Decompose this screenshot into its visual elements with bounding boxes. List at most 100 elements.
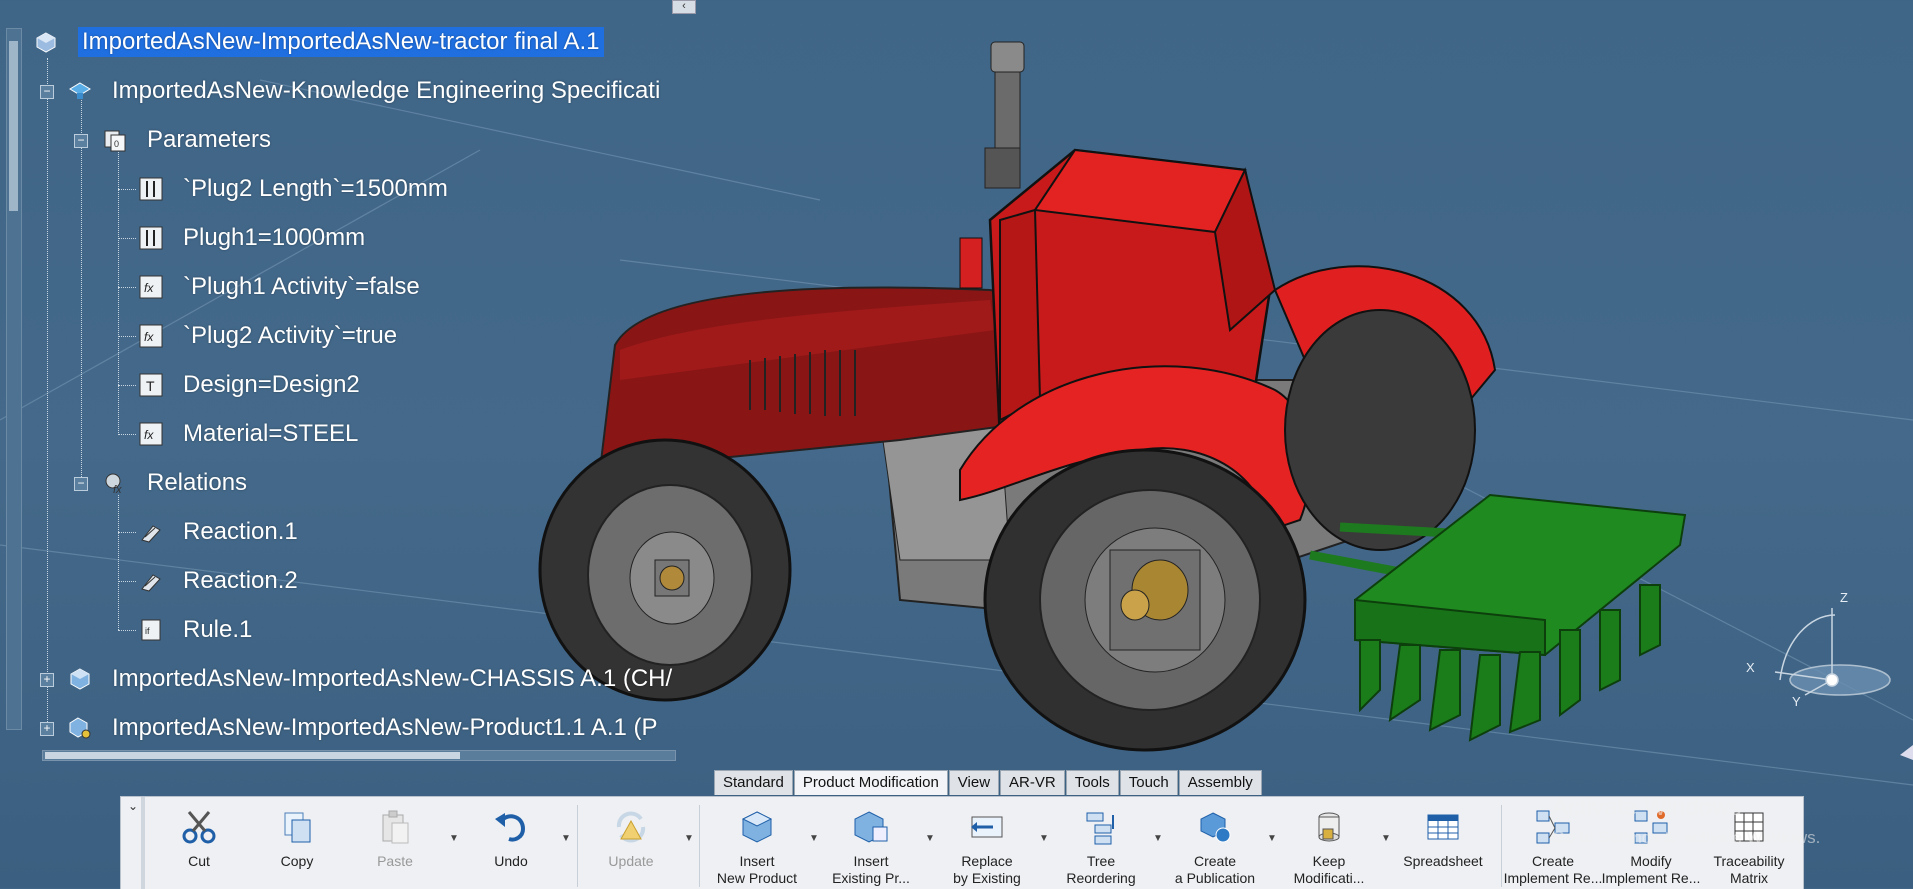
tree-node-label[interactable]: Plugh1=1000mm [183, 224, 365, 252]
copy-button[interactable]: Copy [247, 807, 347, 889]
tree-connector [118, 150, 119, 435]
tree-node-chassis[interactable]: ImportedAsNew-ImportedAsNew-CHASSIS A.1 … [66, 661, 672, 697]
publication-label-2: a Publication [1174, 870, 1256, 886]
paste-label: Paste [377, 853, 413, 869]
tree-vertical-scrollbar[interactable] [6, 28, 22, 730]
create-publication-button[interactable]: Create a Publication [1165, 807, 1265, 889]
insert-existing-product-button[interactable]: Insert Existing Pr... [821, 807, 921, 889]
tree-node-label[interactable]: Rule.1 [183, 616, 252, 644]
replace-icon [967, 807, 1007, 847]
length-parameter-icon [137, 224, 165, 252]
tree-node-label[interactable]: `Plugh1 Activity`=false [183, 273, 420, 301]
expand-toggle[interactable]: + [40, 673, 54, 687]
tree-node-label[interactable]: ImportedAsNew-ImportedAsNew-Product1.1 A… [112, 714, 658, 742]
replace-label-2: by Existing [953, 870, 1021, 886]
keep-dropdown-icon[interactable]: ▼ [1381, 833, 1391, 844]
tree-node-relations[interactable]: fx Relations [101, 465, 247, 501]
tree-node-label[interactable]: Reaction.2 [183, 567, 298, 595]
tree-node-label[interactable]: Design=Design2 [183, 371, 360, 399]
tree-reordering-button[interactable]: Tree Reordering [1051, 807, 1151, 889]
string-parameter-icon: T [137, 371, 165, 399]
insert-new-product-button[interactable]: Insert New Product [707, 807, 807, 889]
update-dropdown-icon[interactable]: ▼ [684, 833, 694, 844]
tree-dropdown-icon[interactable]: ▼ [1153, 833, 1163, 844]
tab-product-modification[interactable]: Product Modification [793, 770, 948, 795]
tree-node-label[interactable]: Reaction.1 [183, 518, 298, 546]
update-icon [611, 807, 651, 847]
tree-node-label[interactable]: `Plug2 Length`=1500mm [183, 175, 448, 203]
spreadsheet-button[interactable]: Spreadsheet [1393, 807, 1493, 889]
tree-node-parameter[interactable]: fx `Plug2 Activity`=true [137, 318, 397, 354]
parameters-icon: 0 [101, 126, 129, 154]
tree-root[interactable]: ImportedAsNew-ImportedAsNew-tractor fina… [32, 24, 604, 60]
tree-node-label[interactable]: `Plug2 Activity`=true [183, 322, 397, 350]
expand-toggle[interactable]: + [40, 722, 54, 736]
tree-node-product[interactable]: ImportedAsNew-ImportedAsNew-Product1.1 A… [66, 710, 658, 746]
ribbon-edge [141, 797, 145, 889]
tree-horizontal-scrollbar[interactable] [42, 750, 676, 761]
undo-dropdown-icon[interactable]: ▼ [561, 833, 571, 844]
exhaust-pipe [984, 41, 1025, 189]
update-button[interactable]: Update [581, 807, 681, 889]
separator [699, 805, 700, 887]
tree-node-parameter[interactable]: Plugh1=1000mm [137, 220, 365, 256]
undo-button[interactable]: Undo [461, 807, 561, 889]
tree-node-reaction[interactable]: Reaction.2 [137, 563, 298, 599]
tab-tools[interactable]: Tools [1065, 770, 1119, 795]
specification-tree[interactable]: ‹ − − − + + ImportedAsNew-ImportedAsNew-… [0, 0, 700, 761]
svg-text:fx: fx [113, 484, 122, 495]
workbench-tabs: Standard Product Modification View AR-VR… [714, 770, 1263, 796]
undo-icon [491, 807, 531, 847]
tab-touch[interactable]: Touch [1119, 770, 1178, 795]
tree-root-label[interactable]: ImportedAsNew-ImportedAsNew-tractor fina… [78, 27, 604, 57]
tab-standard[interactable]: Standard [714, 770, 793, 795]
tree-node-parameter[interactable]: fx Material=STEEL [137, 416, 358, 452]
paste-button[interactable]: Paste [345, 807, 445, 889]
tree-node-rule[interactable]: if Rule.1 [137, 612, 252, 648]
scrollbar-thumb[interactable] [45, 752, 460, 759]
tab-ar-vr[interactable]: AR-VR [1000, 770, 1065, 795]
tree-node-knowledge-spec[interactable]: ImportedAsNew-Knowledge Engineering Spec… [66, 73, 660, 109]
tree-node-parameter[interactable]: T Design=Design2 [137, 367, 360, 403]
replace-by-existing-button[interactable]: Replace by Existing [937, 807, 1037, 889]
tab-assembly[interactable]: Assembly [1178, 770, 1262, 795]
product-key-icon [66, 714, 94, 742]
insert-new-dropdown-icon[interactable]: ▼ [809, 833, 819, 844]
insert-existing-dropdown-icon[interactable]: ▼ [925, 833, 935, 844]
activation-watermark-subtitle: Go to Settings to activate Windows. [1552, 828, 1821, 847]
tree-label-1: Tree [1086, 853, 1116, 869]
paste-dropdown-icon[interactable]: ▼ [449, 833, 459, 844]
create-impl-label-1: Create [1531, 853, 1575, 869]
tab-view[interactable]: View [948, 770, 1000, 795]
tree-node-parameters[interactable]: 0 Parameters [101, 122, 271, 158]
copy-label: Copy [280, 853, 314, 869]
scrollbar-thumb[interactable] [9, 41, 18, 211]
reaction-icon [137, 567, 165, 595]
cut-button[interactable]: Cut [149, 807, 249, 889]
paste-icon [375, 807, 415, 847]
replace-dropdown-icon[interactable]: ▼ [1039, 833, 1049, 844]
collapse-toggle[interactable]: − [74, 134, 88, 148]
tree-node-reaction[interactable]: Reaction.1 [137, 514, 298, 550]
tree-node-label[interactable]: Relations [147, 469, 247, 497]
publication-dropdown-icon[interactable]: ▼ [1267, 833, 1277, 844]
ribbon-collapse-button[interactable]: ⌄ [125, 799, 141, 813]
collapse-tree-button[interactable]: ‹ [672, 0, 696, 14]
create-impl-label-2: Implement Re... [1503, 870, 1603, 886]
svg-text:fx: fx [144, 281, 154, 295]
tree-connector [81, 100, 82, 485]
tree-node-label[interactable]: ImportedAsNew-Knowledge Engineering Spec… [112, 77, 660, 105]
modify-impl-label-2: Implement Re... [1601, 870, 1701, 886]
collapse-toggle[interactable]: − [40, 85, 54, 99]
collapse-toggle[interactable]: − [74, 477, 88, 491]
tree-node-parameter[interactable]: `Plug2 Length`=1500mm [137, 171, 448, 207]
keep-modifications-button[interactable]: Keep Modificati... [1279, 807, 1379, 889]
new-product-icon [737, 807, 777, 847]
tree-connector [47, 58, 48, 732]
tree-node-parameter[interactable]: fx `Plugh1 Activity`=false [137, 269, 420, 305]
tree-node-label[interactable]: ImportedAsNew-ImportedAsNew-CHASSIS A.1 … [112, 665, 672, 693]
compass-z-label: Z [1840, 590, 1848, 605]
tree-node-label[interactable]: Parameters [147, 126, 271, 154]
tree-connector [118, 385, 136, 386]
tree-node-label[interactable]: Material=STEEL [183, 420, 358, 448]
